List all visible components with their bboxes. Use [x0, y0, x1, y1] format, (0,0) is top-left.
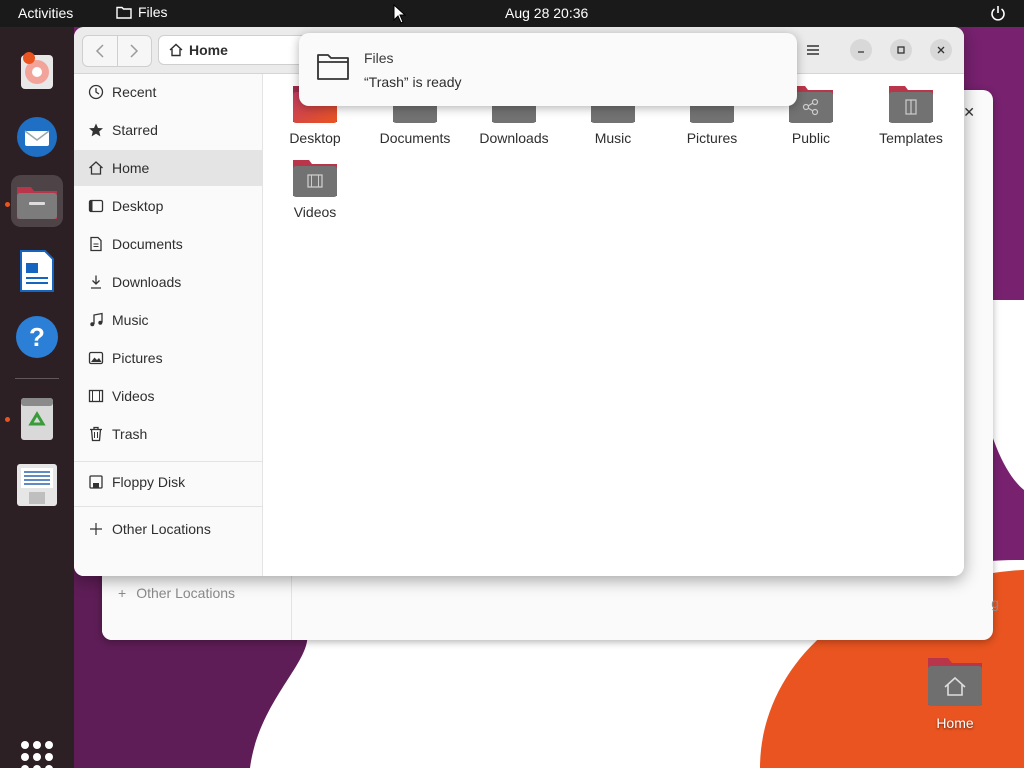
desktop-home-icon[interactable]: Home: [918, 655, 992, 745]
path-label: Home: [189, 42, 228, 58]
music-icon: [88, 312, 104, 328]
folder-templates-icon: [888, 84, 934, 124]
sidebar-item-downloads[interactable]: Downloads: [74, 264, 262, 300]
sidebar-item-floppy-disk[interactable]: Floppy Disk: [74, 464, 262, 500]
document-icon: [88, 236, 104, 252]
star-icon: [88, 122, 104, 138]
sidebar-item-label: Videos: [112, 388, 155, 404]
top-bar: Activities Files Aug 28 20:36: [0, 0, 1024, 27]
folder-item-templates[interactable]: Templates: [863, 84, 959, 154]
sidebar-item-documents[interactable]: Documents: [74, 226, 262, 262]
sidebar-item-label: Starred: [112, 122, 158, 138]
sidebar-item-label: Documents: [112, 236, 183, 252]
file-view[interactable]: Desktop Documents Downloads Music Pictur…: [263, 74, 964, 576]
sidebar-item-label: Floppy Disk: [112, 474, 186, 490]
main-menu-button[interactable]: [798, 35, 828, 65]
back-button[interactable]: [83, 36, 117, 66]
trash-icon[interactable]: [11, 393, 63, 445]
home-icon: [169, 43, 183, 57]
clock-icon: [88, 84, 104, 100]
sidebar-item-label: Trash: [112, 426, 148, 442]
clock[interactable]: Aug 28 20:36: [505, 5, 588, 21]
sidebar-item-videos[interactable]: Videos: [74, 378, 262, 414]
sidebar-item-desktop[interactable]: Desktop: [74, 188, 262, 224]
sidebar-item-label: Downloads: [112, 274, 182, 290]
close-icon: [937, 46, 945, 54]
rhythmbox-icon[interactable]: [11, 45, 63, 97]
mouse-pointer-icon: [393, 4, 407, 24]
sidebar-divider: [74, 506, 262, 507]
sidebar-item-label: Music: [112, 312, 149, 328]
sidebar-item-label: Home: [112, 160, 150, 176]
minimize-button[interactable]: [850, 39, 872, 61]
dock-separator: [15, 378, 59, 379]
activities-button[interactable]: Activities: [18, 5, 73, 21]
background-close-icon[interactable]: ✕: [963, 104, 975, 121]
chevron-left-icon: [95, 44, 104, 58]
thunderbird-icon[interactable]: [11, 111, 63, 163]
places-sidebar: Recent Starred Home Desktop Documents Do…: [74, 74, 263, 576]
files-icon[interactable]: [11, 175, 63, 227]
minimize-icon: [858, 51, 864, 53]
maximize-icon: [897, 46, 905, 54]
background-other-locations[interactable]: + Other Locations: [118, 585, 235, 601]
notification-banner[interactable]: Files “Trash” is ready: [299, 33, 797, 106]
video-icon: [88, 388, 104, 404]
notification-body: “Trash” is ready: [364, 74, 462, 90]
power-icon[interactable]: [989, 4, 1007, 22]
sidebar-item-recent[interactable]: Recent: [74, 74, 262, 110]
path-bar-home[interactable]: Home: [158, 35, 318, 65]
floppy-disk-icon[interactable]: [11, 459, 63, 511]
desktop-home-label: Home: [936, 715, 974, 731]
sidebar-item-other-locations[interactable]: Other Locations: [74, 511, 262, 547]
notification-title: Files: [364, 50, 394, 66]
hamburger-icon: [807, 45, 819, 55]
svg-text:?: ?: [29, 322, 45, 352]
sidebar-item-label: Other Locations: [112, 521, 211, 537]
home-folder-icon: [928, 658, 982, 706]
help-icon[interactable]: ?: [11, 311, 63, 363]
files-window: Home Recent Starred Home Desktop Documen…: [74, 27, 964, 576]
folder-item-videos[interactable]: Videos: [267, 158, 363, 228]
forward-button[interactable]: [116, 36, 152, 66]
sidebar-item-starred[interactable]: Starred: [74, 112, 262, 148]
sidebar-item-music[interactable]: Music: [74, 302, 262, 338]
sidebar-item-label: Pictures: [112, 350, 163, 366]
picture-icon: [88, 350, 104, 366]
background-partial-text: g: [991, 595, 999, 611]
app-menu-button[interactable]: Files: [116, 4, 168, 20]
sidebar-item-pictures[interactable]: Pictures: [74, 340, 262, 376]
sidebar-item-home[interactable]: Home: [74, 150, 262, 186]
dock: ?: [0, 27, 74, 773]
plus-icon: [88, 521, 104, 537]
app-menu-label: Files: [138, 4, 168, 20]
plus-icon: +: [118, 585, 127, 601]
navigation-buttons: [82, 35, 152, 67]
folder-icon: [116, 6, 132, 19]
chevron-right-icon: [130, 44, 139, 58]
running-indicator: [5, 202, 10, 207]
sidebar-divider: [74, 461, 262, 462]
sidebar-item-trash[interactable]: Trash: [74, 416, 262, 452]
show-applications-button[interactable]: [21, 741, 53, 773]
running-indicator: [5, 417, 10, 422]
home-icon: [88, 160, 104, 176]
trash-icon: [88, 426, 104, 442]
desktop-icon: [88, 198, 104, 214]
close-button[interactable]: [930, 39, 952, 61]
maximize-button[interactable]: [890, 39, 912, 61]
libreoffice-writer-icon[interactable]: [11, 245, 63, 297]
download-icon: [88, 274, 104, 290]
folder-videos-icon: [292, 158, 338, 198]
sidebar-item-label: Recent: [112, 84, 157, 100]
folder-icon: [317, 54, 349, 80]
sidebar-item-label: Desktop: [112, 198, 164, 214]
floppy-icon: [88, 474, 104, 490]
